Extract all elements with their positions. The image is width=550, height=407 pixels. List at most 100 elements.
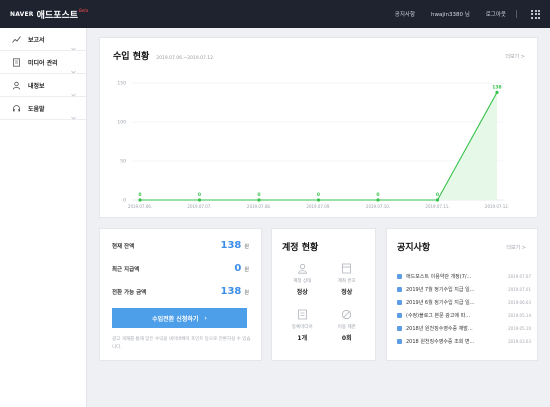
notice-link[interactable]: 공지사항 (395, 10, 415, 18)
x-tick-label: 2019.07.08. (247, 204, 271, 209)
registered-media-cell[interactable]: 등록미디어 1개 (280, 308, 325, 342)
top-right-menu: 공지사항 hwajin3380 님 로그아웃 (379, 0, 540, 28)
sidebar-item-label: 내정보 (28, 82, 45, 90)
notice-more-link[interactable]: 더보기 > (506, 244, 526, 251)
notice-item[interactable]: 2019년 6월 정기수입 지급 일... 2019.06.03 (397, 296, 531, 309)
x-tick-label: 2019.07.06. (128, 204, 152, 209)
recent-payment-value: 0 (234, 263, 242, 274)
data-label: 0 (198, 192, 201, 198)
x-tick-label: 2019.07.10. (366, 204, 390, 209)
person-icon (12, 81, 21, 90)
headset-icon (12, 104, 21, 113)
chevron-down-icon (71, 105, 76, 124)
media-icon (296, 308, 308, 320)
usage-restriction-cell[interactable]: 이용 제한 0회 (325, 308, 370, 342)
current-balance-value: 138 (220, 240, 242, 251)
logout-link[interactable]: 로그아웃 (486, 10, 506, 18)
convertible-amount-value: 138 (220, 286, 242, 297)
convertible-amount-label: 전환 가능 금액 (112, 290, 147, 296)
currency-unit: 원 (244, 290, 249, 296)
data-label: 0 (257, 192, 260, 198)
y-tick-label: 50 (120, 159, 126, 165)
notice-item-title[interactable]: 2018년 원천징수영수증 재발... (406, 325, 496, 332)
notice-bullet-icon (397, 287, 402, 292)
data-label: 0 (436, 192, 439, 198)
notice-item-title[interactable]: 2018 원천징수영수증 조회 변... (406, 338, 496, 345)
notice-item[interactable]: 2018년 원천징수영수증 재발... 2019.05.10 (397, 322, 531, 335)
conversion-note: 광고 게재를 통해 얻은 수익을 네이버페이 포인트 등으로 전환하실 수 있습… (112, 337, 251, 350)
notice-bullet-icon (397, 339, 402, 344)
balance-panel: 현재 잔액 138 원 최근 지급액 0 원 전환 가능 금액 138 원 수입… (99, 228, 262, 361)
x-tick-label: 2019.07.07. (187, 204, 211, 209)
app-grid-icon[interactable] (531, 9, 540, 19)
sidebar-item-media[interactable]: 미디어 관리 (0, 51, 86, 74)
account-cell-value: 0회 (341, 335, 352, 342)
account-cell-label: 계정 상태 (293, 279, 312, 284)
data-label: 0 (317, 192, 320, 198)
sidebar-item-label: 보고서 (28, 36, 45, 44)
document-icon (12, 57, 21, 67)
notice-item[interactable]: 2018 원천징수영수증 조회 변... 2019.03.03 (397, 335, 531, 348)
chevron-right-icon: › (204, 314, 207, 322)
divider (516, 10, 517, 18)
convert-button-label: 수입전환 신청하기 (152, 315, 199, 323)
sidebar-item-reports[interactable]: 보고서 (0, 28, 86, 51)
data-point (257, 198, 261, 202)
revenue-chart: 05010015002019.07.06.02019.07.07.02019.0… (117, 81, 509, 209)
notice-item-title[interactable]: 2019년 6월 정기수입 지급 일... (406, 299, 496, 306)
notice-item-title[interactable]: (수정)블로그 본문 광고에 따... (406, 312, 496, 319)
notice-item-date: 2019.06.03 (508, 300, 531, 305)
data-label: 0 (376, 192, 379, 198)
chart-line-icon (12, 35, 21, 44)
account-cell-label: 등록미디어 (291, 325, 313, 330)
data-point (138, 198, 142, 202)
sidebar-item-myinfo[interactable]: 내정보 (0, 74, 86, 97)
notice-list: 애드포스트 이용약관 개정(7/... 2019.07.07 2019년 7월 … (397, 270, 531, 348)
notice-item-date: 2019.05.14 (508, 313, 531, 318)
account-cell-value: 정상 (341, 289, 353, 296)
account-cell-value: 1개 (297, 335, 308, 342)
currency-unit: 원 (244, 244, 249, 250)
account-panel: 계정 현황 계정 상태 정상 계좌 번호 정상 등록미디어 1개 이용 제한 0… (271, 228, 376, 361)
sidebar-item-help[interactable]: 도움말 (0, 97, 86, 120)
x-tick-label: 2019.07.11. (425, 204, 449, 209)
notice-bullet-icon (397, 326, 402, 331)
notice-panel: 공지사항 더보기 > 애드포스트 이용약관 개정(7/... 2019.07.0… (386, 228, 538, 361)
data-point (197, 198, 202, 202)
current-balance-label: 현재 잔액 (112, 244, 135, 250)
y-tick-label: 150 (117, 81, 126, 87)
notice-item-title[interactable]: 2019년 7월 정기수입 지급 일... (406, 286, 496, 293)
convert-revenue-button[interactable]: 수입전환 신청하기 › (112, 308, 247, 328)
data-point (376, 198, 380, 202)
notice-item-date: 2019.03.03 (508, 339, 531, 344)
sidebar-item-label: 미디어 관리 (28, 59, 58, 67)
notice-item-date: 2019.05.10 (508, 326, 531, 331)
account-title: 계정 현황 (282, 243, 319, 253)
notice-title: 공지사항 (397, 243, 431, 253)
data-point (435, 198, 440, 202)
notice-item[interactable]: (수정)블로그 본문 광고에 따... 2019.05.14 (397, 309, 531, 322)
revenue-panel: 수입 현황 2019.07.06.~2019.07.12. 더보기 > 0 50 1… (99, 37, 538, 218)
notice-item[interactable]: 2019년 7월 정기수입 지급 일... 2019.07.01 (397, 283, 531, 296)
sidebar-item-label: 도움말 (28, 105, 45, 113)
bank-account-cell[interactable]: 계좌 번호 정상 (325, 262, 370, 296)
card-icon (341, 262, 353, 274)
ban-icon (341, 308, 353, 320)
service-title[interactable]: 애드포스트 (37, 8, 78, 21)
account-cell-value: 정상 (296, 289, 308, 296)
data-label: 138 (492, 84, 501, 90)
account-status-cell[interactable]: 계정 상태 정상 (280, 262, 325, 296)
notice-item[interactable]: 애드포스트 이용약관 개정(7/... 2019.07.07 (397, 270, 531, 283)
naver-logo[interactable]: NAVER (10, 11, 34, 18)
beta-badge: Beta (79, 8, 89, 13)
user-name[interactable]: hwajin3380 님 (431, 10, 470, 18)
y-tick-label: 100 (117, 120, 126, 126)
notice-bullet-icon (397, 274, 402, 279)
currency-unit: 원 (244, 267, 249, 273)
series-area (140, 92, 497, 200)
top-bar: NAVER 애드포스트 Beta 공지사항 hwajin3380 님 로그아웃 (0, 0, 550, 28)
data-point (495, 90, 499, 94)
notice-item-title[interactable]: 애드포스트 이용약관 개정(7/... (406, 273, 496, 280)
account-cell-label: 계좌 번호 (337, 279, 356, 284)
y-tick-label: 0 (123, 198, 126, 204)
